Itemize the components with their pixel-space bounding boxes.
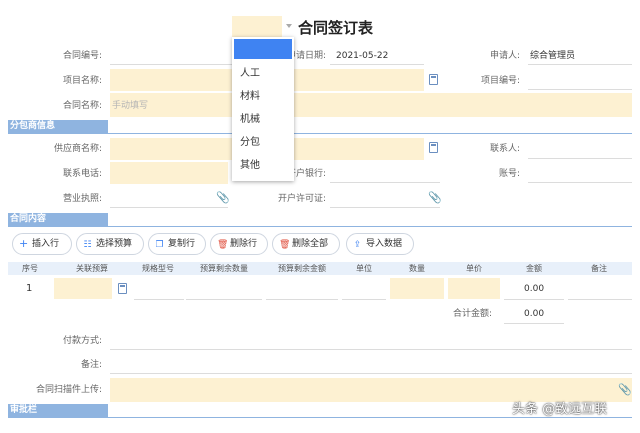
calculator-icon[interactable] [118, 283, 127, 294]
import-data-label: 导入数据 [366, 239, 403, 249]
row-remaining-amount-field[interactable] [266, 299, 338, 300]
permit-field[interactable] [330, 207, 440, 208]
table-header-budget: 关联预算 [76, 264, 108, 273]
contract-no-field[interactable] [110, 64, 232, 65]
applicant-field[interactable] [528, 64, 632, 65]
section-title-content: 合同内容 [10, 214, 47, 224]
remark-field[interactable] [110, 373, 632, 374]
import-data-button[interactable]: ⇪ 导入数据 [346, 233, 414, 255]
calculator-icon[interactable] [429, 74, 438, 85]
copy-icon: ❐ [155, 240, 164, 250]
trash-icon: 🗑 [217, 240, 229, 250]
account-field[interactable] [528, 182, 632, 183]
attachment-icon[interactable]: 📎 [216, 192, 230, 204]
type-select[interactable] [232, 16, 282, 38]
row-qty-field[interactable] [390, 278, 444, 299]
dropdown-option[interactable]: 材料 [240, 91, 260, 103]
contact-label: 联系人: [489, 144, 520, 154]
select-budget-label: 选择预算 [96, 239, 133, 249]
table-header-unit: 单位 [356, 264, 372, 273]
plus-icon: + [19, 237, 29, 250]
contract-no-label: 合同编号: [62, 51, 102, 61]
table-header-remark: 备注 [591, 264, 607, 273]
table-header-qty: 数量 [409, 264, 425, 273]
attachment-icon[interactable]: 📎 [428, 192, 442, 204]
section-title-subcontractor: 分包商信息 [10, 121, 56, 131]
phone-label: 联系电话: [62, 169, 102, 179]
total-field [504, 323, 564, 324]
row-amount-field [504, 299, 564, 300]
payment-label: 付款方式: [62, 336, 102, 346]
phone-field[interactable] [110, 162, 228, 184]
select-arrow-icon[interactable] [286, 24, 292, 28]
total-value: 0.00 [524, 309, 545, 319]
calculator-icon[interactable] [429, 142, 438, 153]
section-line-subcontractor [8, 133, 632, 134]
select-budget-button[interactable]: ☷ 选择预算 [76, 233, 144, 255]
payment-field[interactable] [110, 349, 632, 350]
contract-name-label: 合同名称: [62, 101, 102, 111]
copy-row-button[interactable]: ❐ 复制行 [148, 233, 206, 255]
table-header-unit-price: 单价 [466, 264, 482, 273]
project-no-label: 项目编号: [480, 76, 520, 86]
project-name-label: 项目名称: [62, 76, 102, 86]
row-unit-price-field[interactable] [448, 278, 500, 299]
table-header-index: 序号 [22, 264, 38, 273]
delete-all-button[interactable]: 🗑 删除全部 [272, 233, 340, 255]
table-header-amount: 金额 [526, 264, 542, 273]
row-remark-field[interactable] [568, 299, 632, 300]
contract-name-field[interactable] [110, 93, 632, 117]
permit-label: 开户许可证: [277, 194, 326, 204]
contract-name-placeholder: 手动填写 [112, 101, 149, 111]
row-remaining-qty-field[interactable] [186, 299, 262, 300]
attachment-icon[interactable]: 📎 [618, 384, 632, 396]
contact-field[interactable] [528, 158, 632, 159]
section-title-approval: 审批栏 [10, 405, 38, 415]
type-dropdown[interactable]: 人工 材料 机械 分包 其他 [232, 37, 294, 181]
dropdown-option[interactable]: 其他 [240, 160, 260, 172]
applicant-label: 申请人: [489, 51, 520, 61]
license-field[interactable] [110, 207, 228, 208]
section-line-content [8, 226, 632, 227]
table-header-remaining-qty: 预算剩余数量 [200, 264, 248, 273]
apply-date-field[interactable] [330, 64, 424, 65]
delete-row-label: 删除行 [230, 239, 258, 249]
trash-all-icon: 🗑 [279, 240, 291, 250]
bank-field[interactable] [330, 182, 440, 183]
row-budget-field[interactable] [54, 278, 112, 299]
copy-row-label: 复制行 [168, 239, 196, 249]
dropdown-option[interactable]: 分包 [240, 137, 260, 149]
select-icon: ☷ [83, 240, 92, 250]
table-header-remaining-amount: 预算剩余金额 [278, 264, 326, 273]
dropdown-selected-option[interactable] [234, 39, 292, 59]
upload-label: 合同扫描件上传: [35, 385, 102, 395]
insert-row-label: 插入行 [32, 239, 60, 249]
delete-all-label: 删除全部 [292, 239, 329, 249]
remark-label: 备注: [80, 360, 102, 370]
insert-row-button[interactable]: + 插入行 [12, 233, 72, 255]
project-no-field[interactable] [528, 89, 632, 90]
row-spec-field[interactable] [134, 299, 184, 300]
dropdown-option[interactable]: 人工 [240, 68, 260, 80]
delete-row-button[interactable]: 🗑 删除行 [210, 233, 268, 255]
dropdown-option[interactable]: 机械 [240, 114, 260, 126]
total-label: 合计金额: [452, 309, 492, 319]
license-label: 营业执照: [62, 194, 102, 204]
page-title: 合同签订表 [298, 19, 374, 37]
row-unit-field[interactable] [342, 299, 386, 300]
import-icon: ⇪ [353, 240, 362, 250]
supplier-name-label: 供应商名称: [53, 144, 102, 154]
watermark: 头条 @致远互联 [512, 402, 608, 417]
upload-field[interactable] [110, 378, 632, 402]
row-index: 1 [26, 283, 33, 294]
row-amount-value: 0.00 [524, 284, 545, 294]
account-label: 账号: [498, 169, 520, 179]
applicant-value: 综合管理员 [530, 51, 576, 61]
apply-date-value: 2021-05-22 [336, 51, 389, 61]
table-header-spec: 规格型号 [142, 264, 174, 273]
